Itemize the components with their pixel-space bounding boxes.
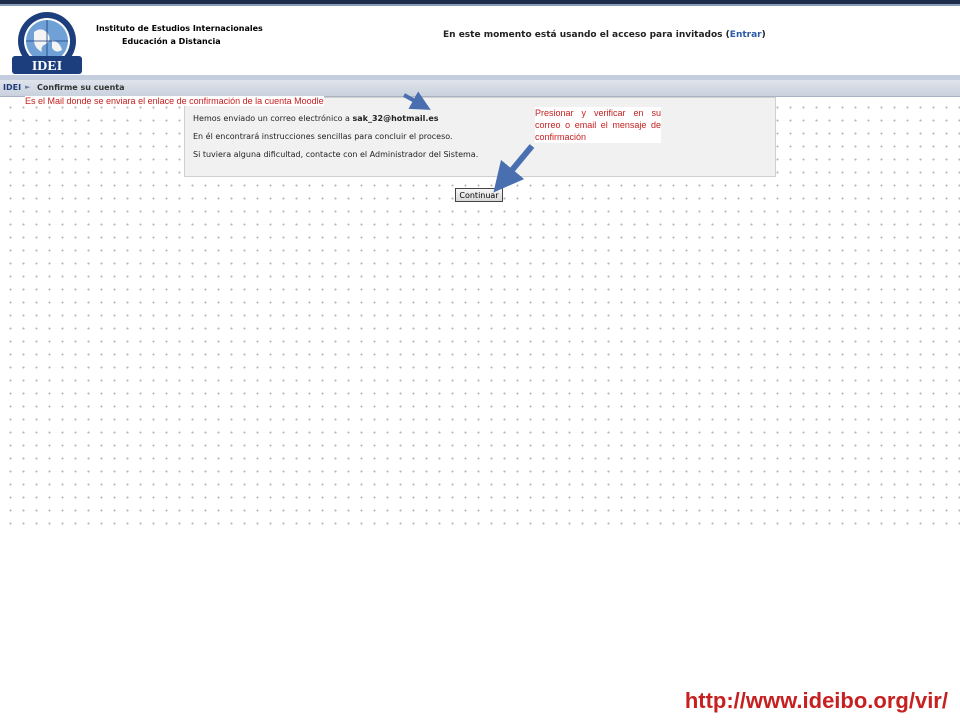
- site-header: IDEI Instituto de Estudios Internacional…: [0, 6, 960, 74]
- logo-text: IDEI: [32, 59, 62, 74]
- login-info: En este momento está usando el acceso pa…: [443, 30, 766, 40]
- breadcrumb-current: Confirme su cuenta: [37, 83, 125, 92]
- institution-name: Instituto de Estudios Internacionales: [96, 24, 263, 33]
- continue-button[interactable]: Continuar: [455, 188, 503, 202]
- continue-annotation: Presionar y verificar en su correo o ema…: [535, 107, 661, 143]
- breadcrumb: IDEI ► Confirme su cuenta: [0, 80, 960, 97]
- breadcrumb-home-link[interactable]: IDEI: [3, 83, 21, 92]
- idei-logo-icon[interactable]: IDEI: [4, 10, 90, 78]
- confirmation-line-prefix: Hemos enviado un correo electrónico a: [193, 114, 353, 123]
- institution-subtitle: Educación a Distancia: [122, 37, 221, 46]
- footer-url[interactable]: http://www.ideibo.org/vir/: [685, 688, 948, 714]
- login-info-suffix: ): [761, 30, 766, 40]
- confirmation-line-instructions: En él encontrará instrucciones sencillas…: [193, 132, 453, 141]
- confirmation-box: Hemos enviado un correo electrónico a sa…: [184, 97, 776, 177]
- login-link[interactable]: Entrar: [730, 30, 762, 40]
- login-info-prefix: En este momento está usando el acceso pa…: [443, 30, 730, 40]
- breadcrumb-separator-icon: ►: [25, 83, 31, 91]
- email-annotation: Es el Mail donde se enviara el enlace de…: [25, 96, 324, 106]
- confirmation-line-email: Hemos enviado un correo electrónico a sa…: [193, 114, 439, 123]
- confirmation-line-help: Si tuviera alguna dificultad, contacte c…: [193, 150, 479, 159]
- confirmation-email: sak_32@hotmail.es: [352, 114, 439, 123]
